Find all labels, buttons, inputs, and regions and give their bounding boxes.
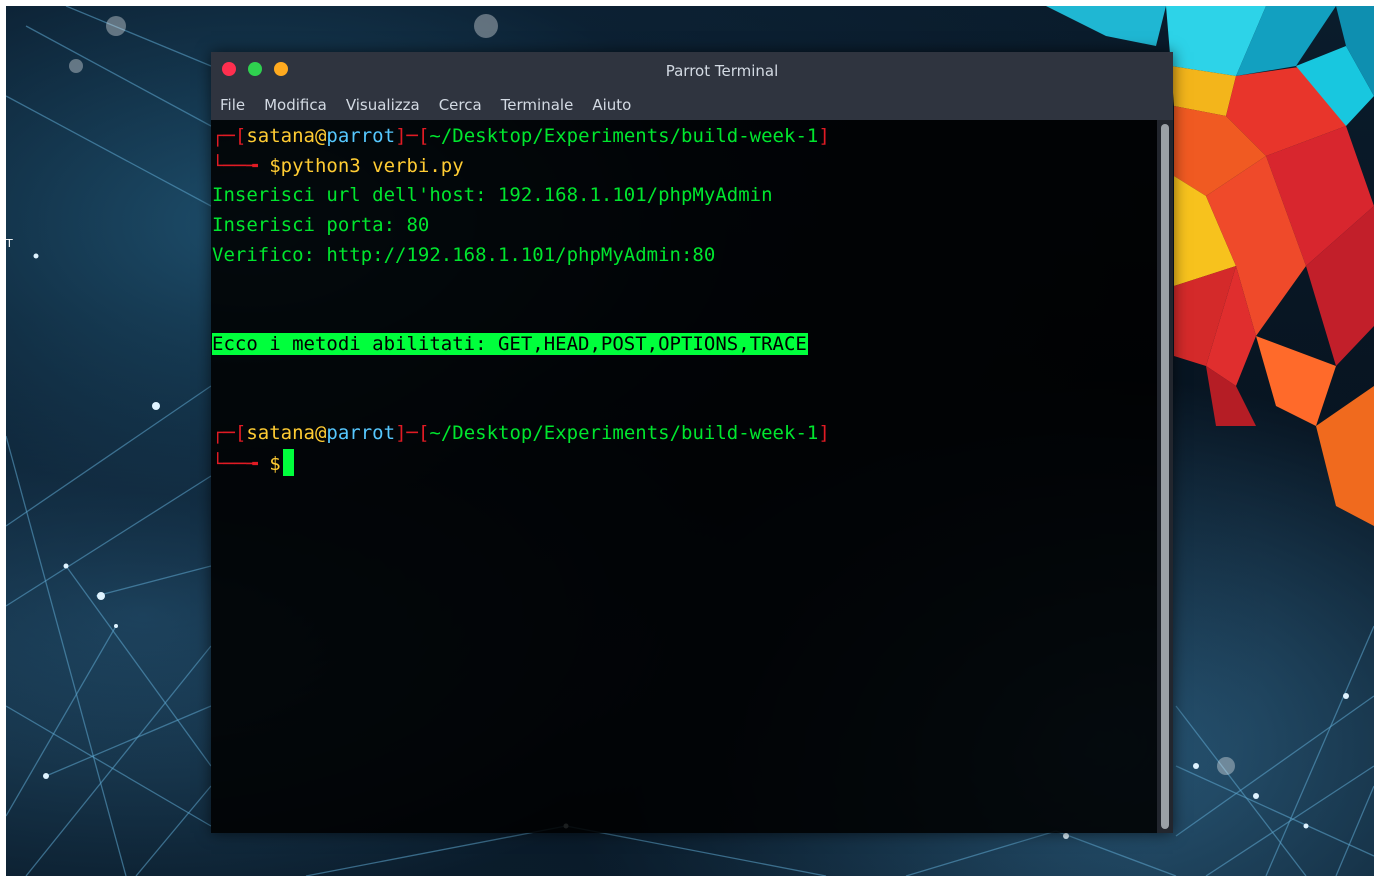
title-bar[interactable]: Parrot Terminal [211, 52, 1173, 90]
prompt-host: parrot [326, 125, 396, 147]
output-line: Inserisci url dell'host: 192.168.1.101/p… [212, 184, 773, 207]
prompt-user: satana [246, 125, 315, 147]
prompt-bracket: ┌─[ [212, 421, 247, 444]
input-line[interactable]: └──╼ $ [211, 448, 1157, 479]
menu-cerca[interactable]: Cerca [439, 96, 482, 114]
prompt-dollar: $ [269, 154, 281, 177]
terminal-window[interactable]: Parrot Terminal File Modifica Visualizza… [211, 52, 1173, 833]
terminal-output[interactable]: ┌─[satana@parrot]─[~/Desktop/Experiments… [211, 120, 1157, 833]
methods-highlight: Ecco i metodi abilitati: GET,HEAD,POST,O… [212, 332, 808, 355]
command-line: └──╼ $python3 verbi.py [211, 152, 1157, 182]
prompt-separator: ]─[ [395, 125, 430, 147]
prompt-user: satana [246, 421, 315, 444]
output-line: Verifico: http://192.168.1.101/phpMyAdmi… [212, 243, 716, 266]
prompt-dollar: $ [269, 452, 281, 475]
menu-file[interactable]: File [220, 96, 245, 114]
menu-terminale[interactable]: Terminale [501, 96, 574, 114]
prompt-path: ~/Desktop/Experiments/build-week-1 [429, 421, 819, 444]
stray-text: T [6, 237, 13, 250]
prompt-separator: ]─[ [395, 421, 430, 444]
menu-bar: File Modifica Visualizza Cerca Terminale… [211, 90, 1173, 120]
prompt-bracket-close: ] [818, 421, 830, 444]
scrollbar-track[interactable] [1157, 120, 1173, 833]
menu-visualizza[interactable]: Visualizza [346, 96, 420, 114]
prompt-corner: └──╼ [212, 452, 270, 475]
prompt-bracket: ┌─[ [212, 125, 247, 147]
scrollbar-thumb[interactable] [1161, 124, 1169, 829]
highlight-line: Ecco i metodi abilitati: GET,HEAD,POST,O… [211, 330, 1157, 360]
command-text: python3 verbi.py [280, 154, 464, 177]
prompt-path: ~/Desktop/Experiments/build-week-1 [429, 125, 819, 147]
window-title: Parrot Terminal [665, 62, 779, 80]
text-cursor[interactable] [282, 448, 294, 476]
prompt-bracket-close: ] [818, 125, 830, 147]
output-line: Inserisci porta: 80 [212, 214, 430, 237]
prompt-line: ┌─[satana@parrot]─[~/Desktop/Experiments… [211, 419, 1157, 449]
prompt-host: parrot [326, 421, 396, 444]
prompt-line: ┌─[satana@parrot]─[~/Desktop/Experiments… [211, 122, 1157, 152]
desktop-wallpaper: T Parrot Terminal File Modifica Visualiz… [6, 6, 1374, 876]
prompt-at: @ [314, 125, 327, 147]
prompt-at: @ [314, 421, 327, 444]
prompt-corner: └──╼ [212, 154, 270, 177]
menu-aiuto[interactable]: Aiuto [592, 96, 631, 114]
menu-modifica[interactable]: Modifica [264, 96, 327, 114]
